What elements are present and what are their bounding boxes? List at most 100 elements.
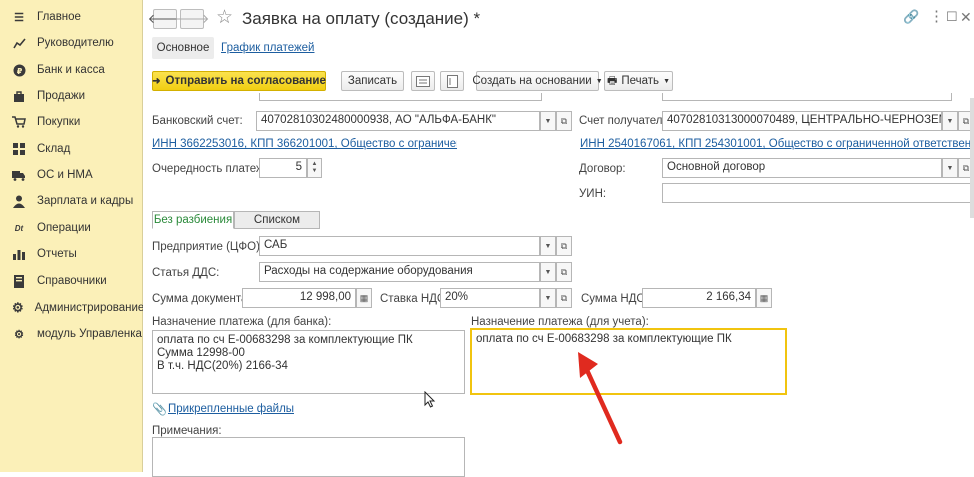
tab-main[interactable]: Основное — [152, 37, 214, 59]
sidebar-item-salary[interactable]: Зарплата и кадры — [0, 188, 143, 214]
bank-account-field[interactable]: 40702810302480000938, АО "АЛЬФА-БАНК" — [256, 111, 540, 131]
enterprise-field[interactable]: САБ — [259, 236, 540, 256]
sidebar: ☰ Главное Руководителю ₽ Банк и касса Пр… — [0, 0, 144, 472]
chevron-down-icon: ▼ — [595, 77, 603, 85]
grid-icon — [12, 142, 26, 156]
book-icon — [12, 274, 26, 288]
vat-sum-label: Сумма НДС: — [581, 293, 648, 305]
paperclip-icon: 📎 — [152, 402, 167, 416]
journal-button[interactable] — [440, 71, 464, 91]
open-button[interactable]: ⧉ — [556, 262, 572, 282]
sidebar-item-catalogs[interactable]: Справочники — [0, 268, 143, 294]
sidebar-item-bank[interactable]: ₽ Банк и касса — [0, 57, 143, 83]
dds-field[interactable]: Расходы на содержание оборудования — [259, 262, 540, 282]
printer-icon: 🖶 — [606, 74, 618, 87]
menu-icon: ☰ — [14, 11, 24, 24]
sidebar-item-main[interactable]: ☰ Главное — [0, 4, 143, 30]
person-icon — [12, 194, 26, 208]
dropdown-button[interactable]: ▼ — [540, 262, 556, 282]
sidebar-item-purchases[interactable]: Покупки — [0, 109, 143, 135]
dropdown-button[interactable]: ▼ — [540, 236, 556, 256]
tab-payment-schedule[interactable]: График платежей — [221, 42, 314, 54]
doc-sum-label: Сумма документа: — [152, 293, 251, 305]
doc-sum-field[interactable]: 12 998,00 — [242, 288, 356, 308]
dropdown-button[interactable]: ▼ — [942, 158, 958, 178]
purpose-bank-textarea[interactable]: оплата по сч Е-00683298 за комплектующие… — [152, 330, 465, 394]
truck-icon — [12, 168, 26, 182]
chevron-down-icon: ▼ — [544, 242, 552, 250]
vat-sum-field[interactable]: 2 166,34 — [642, 288, 756, 308]
more-icon[interactable]: ⋮ — [929, 7, 944, 25]
attached-files-link[interactable]: Прикрепленные файлы — [168, 403, 294, 415]
sidebar-item-sales[interactable]: Продажи — [0, 83, 143, 109]
shopping-bag-icon — [12, 89, 26, 103]
sidebar-item-fixed-assets[interactable]: ОС и НМА — [0, 162, 143, 188]
mouse-cursor-icon — [424, 391, 436, 408]
open-icon: ⧉ — [560, 266, 568, 277]
open-button[interactable]: ⧉ — [556, 111, 572, 131]
calculator-button[interactable]: ▦ — [356, 288, 372, 308]
open-icon: ⧉ — [962, 162, 970, 173]
cart-icon — [12, 115, 26, 129]
sidebar-item-warehouse[interactable]: Склад — [0, 136, 143, 162]
create-based-on-button[interactable]: Создать на основании ▼ — [472, 71, 603, 91]
priority-field[interactable]: 5 — [259, 158, 307, 178]
open-icon: ⧉ — [560, 115, 568, 126]
uin-field[interactable] — [662, 183, 974, 203]
sidebar-item-management-module[interactable]: ⚙ модуль Управленка — [0, 321, 143, 347]
purpose-accounting-textarea[interactable]: оплата по сч Е-00683298 за комплектующие… — [470, 328, 787, 395]
mode-no-split-tab[interactable]: Без разбиения — [152, 211, 234, 229]
dropdown-button[interactable]: ▼ — [540, 288, 556, 308]
bank-account-label: Банковский счет: — [152, 115, 243, 127]
post-document-button[interactable] — [411, 71, 435, 91]
forward-button[interactable]: 🡒 — [175, 9, 209, 29]
annotation-arrow — [578, 352, 623, 445]
sidebar-item-reports[interactable]: Отчеты — [0, 241, 143, 267]
sidebar-item-director[interactable]: Руководителю — [0, 30, 143, 56]
sidebar-item-label: ОС и НМА — [37, 169, 93, 181]
mode-list-tab[interactable]: Списком — [234, 211, 320, 229]
chevron-down-icon: ▼ — [544, 294, 552, 302]
close-icon[interactable]: ✕ — [960, 9, 972, 26]
chevron-down-icon: ▼ — [946, 117, 954, 125]
maximize-icon[interactable]: ☐ — [946, 9, 958, 25]
vat-rate-label: Ставка НДС: — [380, 293, 449, 305]
dropdown-button[interactable]: ▼ — [540, 111, 556, 131]
recipient-account-field[interactable]: 40702810313000070489, ЦЕНТРАЛЬНО-ЧЕРНОЗЕ… — [662, 111, 942, 131]
sidebar-item-label: Склад — [37, 143, 71, 155]
sidebar-item-operations[interactable]: Dt Операции — [0, 215, 143, 241]
scrollbar[interactable] — [970, 98, 974, 218]
link-icon[interactable]: 🔗 — [903, 9, 919, 25]
dropdown-button[interactable]: ▼ — [942, 111, 958, 131]
payer-inn-link[interactable]: ИНН 3662253016, КПП 366201001, Общество … — [152, 138, 457, 150]
chart-line-icon — [12, 36, 26, 50]
favorite-star-icon[interactable]: ☆ — [216, 6, 233, 29]
purpose-accounting-label: Назначение платежа (для учета): — [471, 316, 649, 328]
print-button[interactable]: 🖶 Печать ▼ — [604, 71, 673, 91]
operations-icon: Dt — [14, 223, 24, 233]
contract-field[interactable]: Основной договор — [662, 158, 942, 178]
sidebar-item-label: Справочники — [37, 275, 107, 287]
sidebar-item-label: Операции — [37, 222, 91, 234]
uin-label: УИН: — [579, 188, 607, 200]
back-button[interactable]: 🡐 — [148, 9, 182, 29]
calculator-icon: ▦ — [759, 292, 769, 303]
recipient-inn-link[interactable]: ИНН 2540167061, КПП 254301001, Общество … — [580, 138, 974, 150]
open-button[interactable]: ⧉ — [556, 288, 572, 308]
save-button[interactable]: Записать — [341, 71, 404, 91]
chevron-down-icon: ▼ — [663, 77, 670, 85]
button-label: Создать на основании — [472, 75, 592, 87]
sidebar-item-administration[interactable]: ⚙ Администрирование — [0, 295, 144, 321]
cut-off-field — [259, 93, 542, 101]
notes-textarea[interactable] — [152, 437, 465, 477]
priority-stepper[interactable]: ▲ ▼ — [307, 158, 322, 178]
notes-label: Примечания: — [152, 425, 222, 437]
button-label: Отправить на согласование — [165, 75, 326, 87]
document-form: 🡐 🡒 ☆ Заявка на оплату (создание) * 🔗 ⋮ … — [143, 0, 974, 477]
purpose-bank-label: Назначение платежа (для банка): — [152, 316, 332, 328]
send-for-approval-button[interactable]: ➜ Отправить на согласование — [152, 71, 326, 91]
open-button[interactable]: ⧉ — [556, 236, 572, 256]
cut-off-field — [662, 93, 952, 101]
calculator-button[interactable]: ▦ — [756, 288, 772, 308]
vat-rate-field[interactable]: 20% — [440, 288, 540, 308]
